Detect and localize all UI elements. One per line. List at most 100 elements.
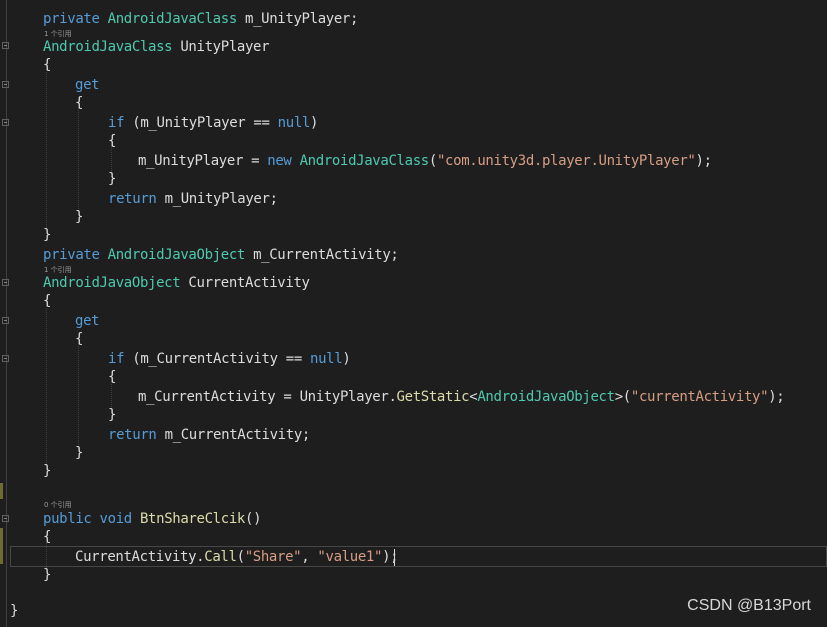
brace-line[interactable]: {	[75, 94, 83, 112]
code-token: );	[382, 549, 399, 565]
code-token: >(	[614, 389, 632, 405]
indent-guide	[78, 343, 79, 451]
code-token: AndroidJavaClass	[107, 11, 238, 27]
code-token: {	[43, 293, 52, 309]
code-token: (	[428, 153, 437, 169]
call-line[interactable]: CurrentActivity.Call("Share", "value1");	[75, 548, 399, 566]
code-token: m_CurrentActivity;	[156, 427, 311, 443]
code-token: if	[108, 115, 125, 131]
code-token: )	[310, 115, 319, 131]
text-cursor	[394, 549, 395, 566]
code-token: m_UnityPlayer;	[236, 11, 359, 27]
code-token: return	[108, 427, 157, 443]
code-token: private	[43, 247, 108, 263]
code-token: {	[108, 369, 117, 385]
code-token: m_CurrentActivity = UnityPlayer.	[138, 389, 397, 405]
get-line[interactable]: get	[75, 312, 100, 330]
brace-line[interactable]: {	[108, 368, 116, 386]
code-token: {	[43, 57, 52, 73]
code-token: }	[75, 209, 84, 225]
brace-line[interactable]: {	[75, 330, 83, 348]
change-marker	[0, 483, 3, 499]
code-token: }	[43, 463, 52, 479]
code-token: CurrentActivity	[180, 275, 310, 291]
code-token: {	[108, 133, 117, 149]
code-token: (	[236, 549, 245, 565]
code-token: m_CurrentActivity;	[244, 247, 399, 263]
code-token: "currentActivity"	[630, 389, 769, 405]
code-token: {	[75, 95, 84, 111]
brace-line[interactable]: }	[108, 406, 116, 424]
code-editor[interactable]: private AndroidJavaClass m_UnityPlayer; A…	[0, 0, 827, 627]
brace-line[interactable]: {	[108, 132, 116, 150]
indent-guide	[46, 69, 47, 229]
method-line[interactable]: public void BtnShareClcik()	[43, 510, 262, 528]
code-token: }	[108, 171, 117, 187]
brace-line[interactable]: }	[75, 444, 83, 462]
fold-collapse-icon[interactable]	[2, 42, 9, 49]
brace-line[interactable]: {	[43, 292, 51, 310]
code-token: {	[75, 331, 84, 347]
fold-collapse-icon[interactable]	[2, 279, 9, 286]
brace-line[interactable]: }	[43, 566, 51, 584]
code-token: get	[75, 313, 100, 329]
code-token: (m_CurrentActivity ==	[124, 351, 310, 367]
codelens-reference-count[interactable]: 0 个引用	[44, 501, 72, 509]
outline-line	[6, 0, 7, 627]
code-token: m_UnityPlayer =	[138, 153, 268, 169]
code-token: if	[108, 351, 125, 367]
brace-line[interactable]: }	[75, 208, 83, 226]
code-token: }	[108, 407, 117, 423]
codelens-reference-count[interactable]: 1 个引用	[44, 266, 72, 274]
code-token: }	[10, 603, 19, 619]
code-token: );	[768, 389, 785, 405]
code-token: return	[108, 191, 157, 207]
code-token: }	[75, 445, 84, 461]
if-line[interactable]: if (m_UnityPlayer == null)	[108, 114, 318, 132]
code-token: )	[342, 351, 351, 367]
brace-line[interactable]: }	[43, 462, 51, 480]
assign-line[interactable]: m_UnityPlayer = new AndroidJavaClass("co…	[138, 152, 712, 170]
fold-collapse-icon[interactable]	[2, 515, 9, 522]
code-token: AndroidJavaClass	[299, 153, 430, 169]
return-line[interactable]: return m_UnityPlayer;	[108, 190, 278, 208]
code-token: null	[277, 115, 311, 131]
code-token: AndroidJavaObject	[477, 389, 615, 405]
field-unityplayer-line[interactable]: private AndroidJavaClass m_UnityPlayer;	[43, 10, 358, 28]
code-token: }	[43, 567, 52, 583]
code-token: "com.unity3d.player.UnityPlayer"	[436, 153, 696, 169]
code-token: GetStatic	[396, 389, 470, 405]
code-token: CurrentActivity.	[75, 549, 205, 565]
brace-line[interactable]: {	[43, 56, 51, 74]
codelens-reference-count[interactable]: 1 个引用	[44, 30, 72, 38]
fold-collapse-icon[interactable]	[2, 119, 9, 126]
code-token: BtnShareClcik	[139, 511, 245, 527]
code-token: }	[43, 227, 52, 243]
return-line[interactable]: return m_CurrentActivity;	[108, 426, 310, 444]
change-marker	[0, 528, 3, 564]
field-currentactivity-line[interactable]: private AndroidJavaObject m_CurrentActiv…	[43, 246, 399, 264]
brace-line[interactable]: }	[108, 170, 116, 188]
assign-line[interactable]: m_CurrentActivity = UnityPlayer.GetStati…	[138, 388, 785, 406]
code-token: m_UnityPlayer;	[156, 191, 278, 207]
code-token: "value1"	[317, 549, 383, 565]
code-token: public void	[43, 511, 140, 527]
prop-currentactivity-line[interactable]: AndroidJavaObject CurrentActivity	[43, 274, 310, 292]
get-line[interactable]: get	[75, 76, 100, 94]
code-token: private	[43, 11, 108, 27]
code-token: ()	[244, 511, 262, 527]
code-token: null	[309, 351, 343, 367]
fold-collapse-icon[interactable]	[2, 355, 9, 362]
code-token: "Share"	[244, 549, 302, 565]
code-token: Call	[204, 549, 237, 565]
fold-collapse-icon[interactable]	[2, 81, 9, 88]
prop-unityplayer-line[interactable]: AndroidJavaClass UnityPlayer	[43, 38, 270, 56]
code-token: AndroidJavaObject	[43, 275, 181, 291]
indent-guide	[78, 107, 79, 215]
code-token: get	[75, 77, 100, 93]
brace-line[interactable]: }	[43, 226, 51, 244]
brace-line[interactable]: }	[10, 602, 18, 620]
fold-collapse-icon[interactable]	[2, 317, 9, 324]
brace-line[interactable]: {	[43, 528, 51, 546]
if-line[interactable]: if (m_CurrentActivity == null)	[108, 350, 351, 368]
